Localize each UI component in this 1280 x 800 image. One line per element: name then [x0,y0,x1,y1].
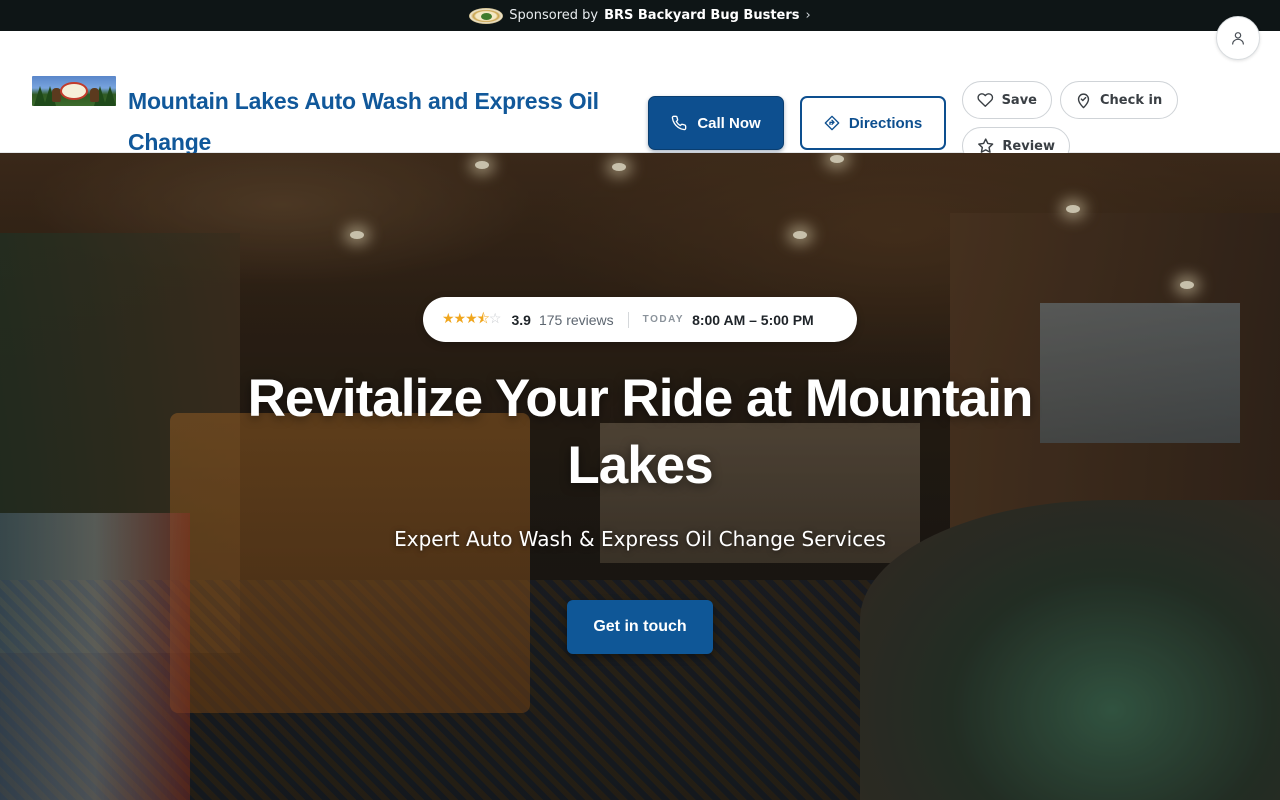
hero-section: ★★★⯪☆ 3.9 175 reviews TODAY 8:00 AM – 5:… [0,153,1280,800]
phone-icon [672,115,687,131]
business-logo [32,76,116,106]
sponsor-prefix: Sponsored by [509,8,599,23]
business-name: Mountain Lakes Auto Wash and Express Oil… [128,88,599,155]
hero-subtitle: Expert Auto Wash & Express Oil Change Se… [394,527,886,551]
heart-icon [977,93,994,107]
hours-today: 8:00 AM – 5:00 PM [692,311,814,328]
today-label: TODAY [642,314,685,325]
sponsor-logo [469,7,504,24]
hero-title: Revitalize Your Ride at Mountain Lakes [247,369,1034,495]
call-now-label: Call Now [697,114,761,132]
sponsor-name[interactable]: BRS Backyard Bug Busters [604,8,799,23]
directions-label: Directions [848,114,923,132]
check-in-button[interactable]: Check in [1060,81,1178,119]
map-pin-check-icon [1077,92,1090,108]
save-label: Save [1001,92,1037,108]
review-label: Review [1002,138,1055,154]
account-button[interactable] [1216,16,1260,60]
rating-value: 3.9 [511,311,531,328]
rating-stars: ★★★⯪☆ [442,309,501,326]
user-icon [1232,32,1244,45]
directions-button[interactable]: Directions [800,96,946,150]
business-header: Mountain Lakes Auto Wash and Express Oil… [0,31,1280,165]
call-now-button[interactable]: Call Now [648,96,784,150]
sponsor-bar[interactable]: Sponsored by BRS Backyard Bug Busters › [0,0,1280,31]
chevron-right-icon: › [805,8,811,23]
directions-icon [824,115,840,131]
rating-hours-pill[interactable]: ★★★⯪☆ 3.9 175 reviews TODAY 8:00 AM – 5:… [423,297,857,342]
divider [627,311,629,328]
get-in-touch-button[interactable]: Get in touch [567,600,713,654]
save-button[interactable]: Save [962,81,1052,119]
review-count-link[interactable]: 175 reviews [539,312,614,328]
check-in-label: Check in [1100,92,1163,108]
